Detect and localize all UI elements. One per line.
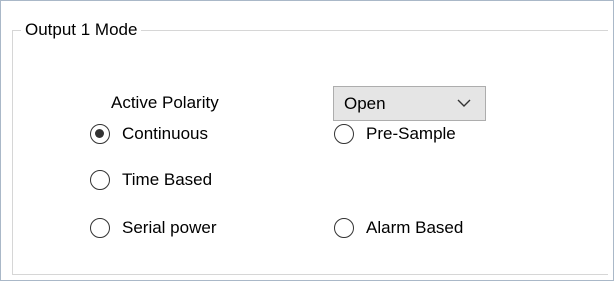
active-polarity-label: Active Polarity <box>111 93 219 112</box>
radio-label-continuous: Continuous <box>122 124 209 143</box>
radio-circle <box>90 170 110 190</box>
active-polarity-dropdown[interactable]: Open <box>333 86 486 121</box>
dialog-frame: Output 1 Mode Active Polarity Open Conti… <box>0 0 614 281</box>
groupbox-title: Output 1 Mode <box>21 20 142 40</box>
chevron-down-icon <box>457 99 471 107</box>
radio-label-pre-sample: Pre-Sample <box>366 124 456 143</box>
radio-time-based[interactable]: Time Based <box>90 168 260 194</box>
radio-pre-sample[interactable]: Pre-Sample <box>334 122 504 148</box>
radio-alarm-based[interactable]: Alarm Based <box>334 216 504 242</box>
radio-label-serial-power: Serial power <box>122 218 217 237</box>
radio-circle <box>334 218 354 238</box>
radio-label-alarm-based: Alarm Based <box>366 218 464 237</box>
radio-label-time-based: Time Based <box>122 170 213 189</box>
dropdown-selected-value: Open <box>344 94 386 113</box>
radio-serial-power[interactable]: Serial power <box>90 216 260 242</box>
radio-circle <box>90 218 110 238</box>
radio-selected-dot <box>95 129 104 138</box>
radio-circle <box>90 124 110 144</box>
radio-continuous[interactable]: Continuous <box>90 122 260 148</box>
radio-circle <box>334 124 354 144</box>
